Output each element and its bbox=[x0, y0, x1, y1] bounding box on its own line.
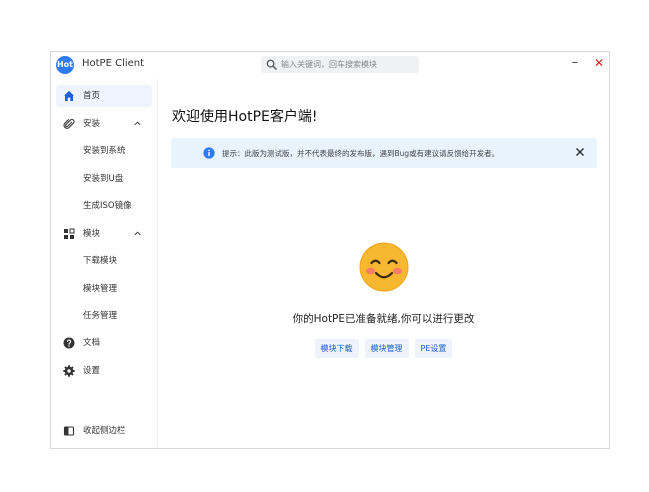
sidebar-item-install-to-system[interactable]: 安装到系统 bbox=[56, 140, 152, 162]
collapse-sidebar-button[interactable]: 收起侧边栏 bbox=[56, 420, 152, 442]
sidebar-item-install[interactable]: 安装 bbox=[56, 113, 152, 135]
chevron-up-icon[interactable] bbox=[133, 119, 142, 128]
sidebar-item-label: 模块管理 bbox=[83, 284, 118, 294]
sidebar-item-label: 下载模块 bbox=[83, 256, 118, 266]
grid-icon bbox=[64, 228, 75, 239]
title-bar: Hot HotPE Client – ✕ bbox=[51, 52, 609, 78]
sidebar: 首页 安装 安装到系统 安装到U盘 生成ISO镜像 模块 下载模块 模块管理 任… bbox=[51, 79, 158, 448]
sidebar-item-label: 生成ISO镜像 bbox=[83, 201, 132, 211]
sidebar-item-label: 设置 bbox=[83, 366, 101, 376]
info-icon bbox=[203, 147, 215, 159]
app-logo: Hot bbox=[56, 56, 74, 74]
home-icon bbox=[64, 91, 74, 101]
help-circle-icon bbox=[63, 337, 75, 349]
paperclip-icon bbox=[63, 119, 75, 129]
chevron-up-icon[interactable] bbox=[133, 229, 142, 238]
sidebar-item-generate-iso[interactable]: 生成ISO镜像 bbox=[56, 195, 152, 217]
sidebar-item-docs[interactable]: 文档 bbox=[56, 332, 152, 354]
notice-banner: 提示：此版为测试版，并不代表最终的发布版，遇到Bug或有建议请反馈给开发者。 bbox=[171, 138, 597, 168]
search-input[interactable] bbox=[281, 56, 413, 73]
sidebar-item-install-to-usb[interactable]: 安装到U盘 bbox=[56, 168, 152, 190]
collapse-sidebar-label: 收起侧边栏 bbox=[83, 426, 126, 436]
sidebar-toggle-icon bbox=[63, 426, 75, 436]
app-window: Hot HotPE Client – ✕ 首页 安装 bbox=[50, 51, 610, 449]
sidebar-item-label: 模块 bbox=[83, 229, 101, 239]
pe-settings-button[interactable]: PE设置 bbox=[414, 339, 453, 358]
sidebar-item-label: 安装到U盘 bbox=[83, 174, 124, 184]
search-box[interactable] bbox=[261, 56, 419, 73]
close-icon[interactable] bbox=[574, 146, 586, 158]
sidebar-item-module-management[interactable]: 模块管理 bbox=[56, 278, 152, 300]
sidebar-item-label: 文档 bbox=[83, 338, 101, 348]
search-icon bbox=[266, 59, 277, 70]
sidebar-item-download-modules[interactable]: 下载模块 bbox=[56, 250, 152, 272]
smiley-face-icon bbox=[359, 242, 409, 292]
close-button[interactable]: ✕ bbox=[590, 55, 608, 73]
sidebar-item-label: 安装到系统 bbox=[83, 146, 126, 156]
gear-icon bbox=[63, 365, 75, 377]
page-title: 欢迎使用HotPE客户端! bbox=[172, 109, 318, 125]
sidebar-item-task-management[interactable]: 任务管理 bbox=[56, 305, 152, 327]
action-buttons: 模块下载 模块管理 PE设置 bbox=[158, 339, 609, 358]
module-management-button[interactable]: 模块管理 bbox=[364, 339, 409, 358]
sidebar-item-label: 首页 bbox=[83, 91, 101, 101]
sidebar-item-modules[interactable]: 模块 bbox=[56, 223, 152, 245]
sidebar-item-settings[interactable]: 设置 bbox=[56, 360, 152, 382]
sidebar-item-label: 安装 bbox=[83, 119, 101, 129]
main-content: 欢迎使用HotPE客户端! 提示：此版为测试版，并不代表最终的发布版，遇到Bug… bbox=[158, 79, 609, 448]
sidebar-item-label: 任务管理 bbox=[83, 311, 118, 321]
module-download-button[interactable]: 模块下载 bbox=[314, 339, 359, 358]
sidebar-item-home[interactable]: 首页 bbox=[56, 85, 152, 107]
minimize-button[interactable]: – bbox=[566, 55, 584, 73]
notice-text: 提示：此版为测试版，并不代表最终的发布版，遇到Bug或有建议请反馈给开发者。 bbox=[222, 149, 500, 158]
app-title: HotPE Client bbox=[82, 58, 145, 69]
ready-message: 你的HotPE已准备就绪,你可以进行更改 bbox=[292, 313, 475, 325]
